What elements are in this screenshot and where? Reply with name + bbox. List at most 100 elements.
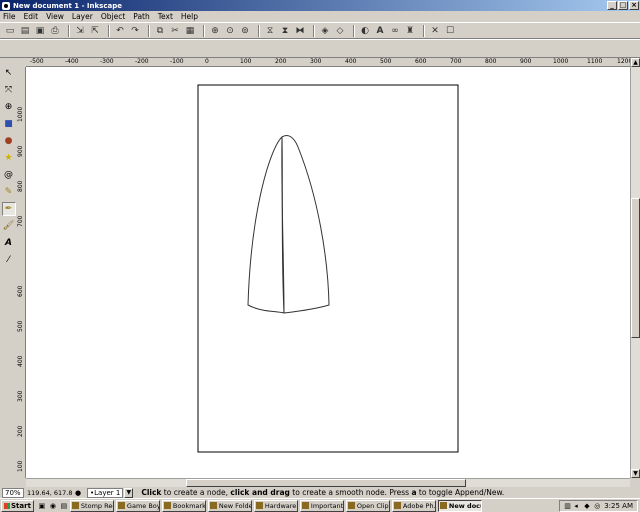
task-button[interactable]: Adobe Ph... xyxy=(391,499,436,512)
tray-network-icon[interactable]: ▥ xyxy=(564,502,571,510)
export-icon[interactable]: ⇱ xyxy=(89,25,101,37)
unlink-clone-icon[interactable]: ⧓ xyxy=(294,25,306,37)
tray-app-icon[interactable]: ◆ xyxy=(584,502,591,510)
zoom-drawing-icon[interactable]: ⊙ xyxy=(224,25,236,37)
task-label: New Folder xyxy=(218,501,252,510)
toolbar-separator xyxy=(108,24,110,37)
redo-icon[interactable]: ↷ xyxy=(129,25,141,37)
menu-path[interactable]: Path xyxy=(133,12,149,21)
cut-icon[interactable]: ✂ xyxy=(169,25,181,37)
menu-bar: File Edit View Layer Object Path Text He… xyxy=(0,11,640,22)
menu-file[interactable]: File xyxy=(3,12,16,21)
quicklaunch-browser-icon[interactable]: ◉ xyxy=(48,501,58,511)
task-button[interactable]: Open Clip ... xyxy=(345,499,390,512)
zoom-page-icon[interactable]: ⊚ xyxy=(239,25,251,37)
align-icon[interactable]: ♜ xyxy=(404,25,416,37)
rectangle-tool-icon[interactable]: ■ xyxy=(2,117,16,131)
quicklaunch-media-icon[interactable]: ▤ xyxy=(59,501,69,511)
drawing-canvas[interactable] xyxy=(26,67,630,478)
selector-tool-icon[interactable]: ↖ xyxy=(2,66,16,80)
group-icon[interactable]: ◈ xyxy=(319,25,331,37)
copy-icon[interactable]: ⧉ xyxy=(154,25,166,37)
toolbar-separator xyxy=(258,24,260,37)
menu-layer[interactable]: Layer xyxy=(72,12,93,21)
spiral-tool-icon[interactable]: @ xyxy=(2,168,16,182)
maximize-button[interactable]: □ xyxy=(618,1,628,10)
quicklaunch-desktop-icon[interactable]: ▣ xyxy=(37,501,47,511)
ungroup-icon[interactable]: ◇ xyxy=(334,25,346,37)
undo-icon[interactable]: ↶ xyxy=(114,25,126,37)
menu-object[interactable]: Object xyxy=(101,12,125,21)
vertical-scroll-thumb[interactable] xyxy=(631,198,640,338)
menu-view[interactable]: View xyxy=(46,12,64,21)
xml-editor-icon[interactable]: ∞ xyxy=(389,25,401,37)
status-msg-part: to create a node, xyxy=(161,488,231,497)
tray-security-icon[interactable]: ◎ xyxy=(594,502,601,510)
vertical-ruler: 1000 900 800 700 600 500 400 300 200 100 xyxy=(17,67,26,478)
start-label: Start xyxy=(11,501,31,510)
horizontal-scrollbar[interactable] xyxy=(26,478,630,487)
tray-volume-icon[interactable]: ◂ xyxy=(574,502,581,510)
windows-logo-icon xyxy=(4,502,10,509)
dropper-tool-icon[interactable]: ⁄ xyxy=(2,253,16,267)
ellipse-tool-icon[interactable]: ● xyxy=(2,134,16,148)
preferences-icon[interactable]: ✕ xyxy=(429,25,441,37)
menu-help[interactable]: Help xyxy=(181,12,198,21)
layer-selector[interactable]: •Layer 1 xyxy=(87,487,124,498)
star-tool-icon[interactable]: ★ xyxy=(2,151,16,165)
status-bar: 70% 119.64, 617.86 ● •Layer 1 ▼ Click to… xyxy=(0,487,640,498)
task-label: New docu... xyxy=(448,501,481,510)
text-font-icon[interactable]: A xyxy=(374,25,386,37)
minimize-button[interactable]: _ xyxy=(607,1,617,10)
task-label: Adobe Ph... xyxy=(402,501,436,510)
zoom-tool-icon[interactable]: ⊕ xyxy=(2,100,16,114)
new-document-icon[interactable]: ▭ xyxy=(4,25,16,37)
task-app-icon xyxy=(393,502,401,509)
task-button[interactable]: Hardware... xyxy=(253,499,298,512)
ruler-label: 400 xyxy=(345,58,357,65)
clone-icon[interactable]: ⧗ xyxy=(279,25,291,37)
pencil-tool-icon[interactable]: ✎ xyxy=(2,185,16,199)
ruler-label: 900 xyxy=(520,58,532,65)
task-button[interactable]: New Folder xyxy=(207,499,252,512)
document-properties-icon[interactable]: ☐ xyxy=(444,25,456,37)
menu-text[interactable]: Text xyxy=(158,12,173,21)
inkscape-icon xyxy=(2,1,10,10)
paste-icon[interactable]: ▦ xyxy=(184,25,196,37)
close-button[interactable]: × xyxy=(629,1,639,10)
toolbar-separator xyxy=(203,24,205,37)
layer-dropdown-icon[interactable]: ▼ xyxy=(124,487,134,498)
save-icon[interactable]: ▣ xyxy=(34,25,46,37)
scroll-down-icon[interactable]: ▼ xyxy=(631,469,640,478)
task-button[interactable]: Game Boy ... xyxy=(115,499,160,512)
task-label: Open Clip ... xyxy=(356,501,389,510)
page-border xyxy=(197,84,459,453)
vertical-scrollbar[interactable]: ▲ ▼ xyxy=(630,58,640,478)
menu-edit[interactable]: Edit xyxy=(24,12,39,21)
task-button[interactable]: Stomp Rec... xyxy=(69,499,114,512)
ruler-label: 300 xyxy=(310,58,322,65)
pen-tool-icon[interactable]: ✒ xyxy=(1,202,16,216)
clock[interactable]: 3:25 AM xyxy=(604,502,633,510)
ruler-label: 500 xyxy=(17,320,24,332)
scroll-up-icon[interactable]: ▲ xyxy=(631,58,640,67)
task-button-active[interactable]: New docu... xyxy=(437,499,482,512)
text-tool-icon[interactable]: A xyxy=(2,236,16,250)
task-button[interactable]: Important ... xyxy=(299,499,344,512)
import-icon[interactable]: ⇲ xyxy=(74,25,86,37)
start-button[interactable]: Start xyxy=(1,499,34,512)
open-icon[interactable]: ▤ xyxy=(19,25,31,37)
task-app-icon xyxy=(347,502,355,509)
task-app-icon xyxy=(117,502,125,509)
zoom-field[interactable]: 70% xyxy=(2,487,24,498)
print-icon[interactable]: ⎙ xyxy=(49,25,61,37)
horizontal-scroll-thumb[interactable] xyxy=(186,479,466,487)
node-tool-icon[interactable]: ⤧ xyxy=(2,83,16,97)
calligraphy-tool-icon[interactable]: 🖌 xyxy=(2,219,16,233)
fill-stroke-icon[interactable]: ◐ xyxy=(359,25,371,37)
zoom-selection-icon[interactable]: ⊕ xyxy=(209,25,221,37)
task-app-icon xyxy=(209,502,217,509)
toolbar-separator xyxy=(353,24,355,37)
duplicate-icon[interactable]: ⧖ xyxy=(264,25,276,37)
task-button[interactable]: Bookmarks... xyxy=(161,499,206,512)
